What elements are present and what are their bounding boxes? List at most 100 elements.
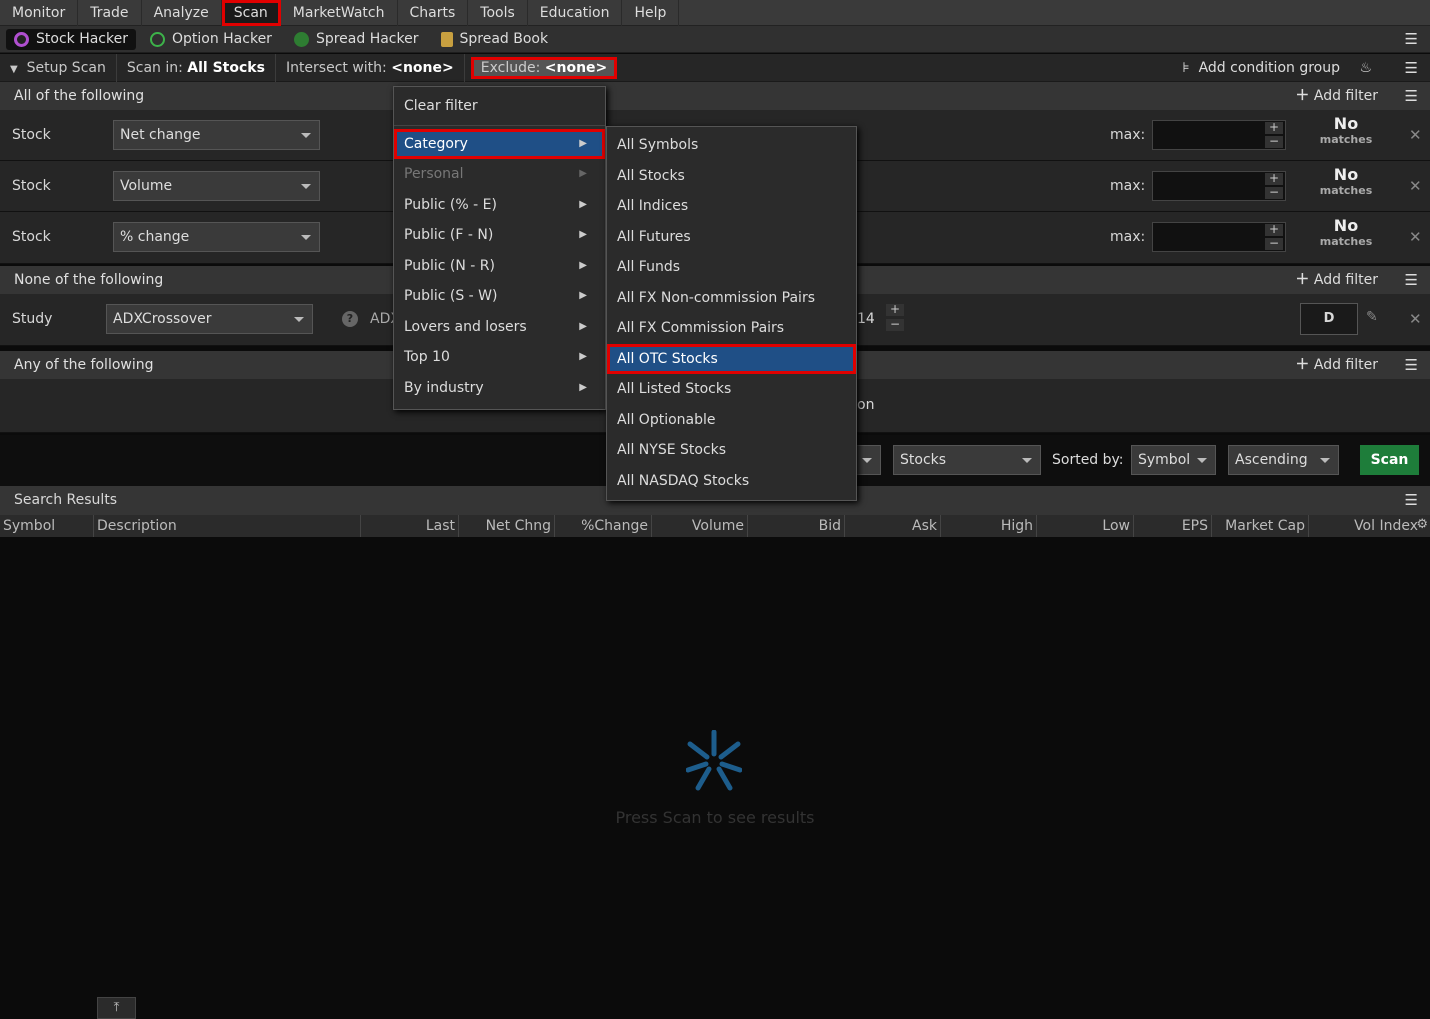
menu-item-by-industry[interactable]: By industry ▶ [394, 373, 605, 404]
group-title: None of the following [14, 272, 164, 288]
menu-monitor[interactable]: Monitor [0, 0, 79, 26]
edit-pencil-icon[interactable]: ✎ [1366, 309, 1378, 325]
menu-charts[interactable]: Charts [398, 0, 469, 26]
study-length-value[interactable]: 14 [857, 311, 875, 327]
increment-button[interactable]: + [1265, 121, 1283, 134]
submenu-item[interactable]: All Indices [607, 191, 856, 222]
chevron-down-icon [301, 184, 311, 189]
remove-filter-icon[interactable]: ✕ [1409, 126, 1422, 144]
flame-icon[interactable]: ♨ [1359, 60, 1372, 76]
setup-scan-toggle[interactable]: ▼ Setup Scan [0, 53, 117, 82]
column-ask[interactable]: Ask [845, 515, 941, 537]
submenu-item[interactable]: All NYSE Stocks [607, 435, 856, 466]
menu-analyze[interactable]: Analyze [142, 0, 222, 26]
tab-spread-book[interactable]: Spread Book [433, 29, 557, 50]
sort-field-dropdown[interactable]: Symbol [1131, 445, 1216, 475]
column-symbol[interactable]: Symbol [0, 515, 94, 537]
filter-field-dropdown[interactable]: Net change [113, 120, 320, 150]
remove-filter-icon[interactable]: ✕ [1409, 228, 1422, 246]
add-filter-button[interactable]: ＋ Add filter [1295, 351, 1378, 379]
menu-item-top-10[interactable]: Top 10 ▶ [394, 342, 605, 373]
setup-menu-icon[interactable]: ☰ [1405, 59, 1418, 77]
decrement-button[interactable]: − [1265, 135, 1283, 148]
chevron-down-icon [294, 317, 304, 322]
add-condition-group-button[interactable]: ⊧ Add condition group [1182, 60, 1340, 76]
submenu-item[interactable]: All FX Non-commission Pairs [607, 283, 856, 314]
column-net-chng[interactable]: Net Chng [459, 515, 555, 537]
submenu-item[interactable]: All Stocks [607, 161, 856, 192]
add-filter-label: Add filter [1313, 357, 1378, 373]
column-market-cap[interactable]: Market Cap [1212, 515, 1309, 537]
menu-item-category[interactable]: Category ▶ [394, 128, 605, 159]
intersect-selector[interactable]: Intersect with: <none> [276, 53, 465, 82]
exclude-selector[interactable]: Exclude: <none> [470, 56, 618, 79]
increment-button[interactable]: + [1265, 223, 1283, 236]
menu-scan[interactable]: Scan [221, 0, 281, 26]
menu-trade[interactable]: Trade [78, 0, 142, 26]
aggregation-button[interactable]: D [1300, 303, 1358, 335]
remove-filter-icon[interactable]: ✕ [1409, 310, 1422, 328]
gear-icon[interactable]: ⚙ [1416, 517, 1428, 532]
column-description[interactable]: Description [94, 515, 361, 537]
increment-button[interactable]: + [1265, 172, 1283, 185]
submenu-item[interactable]: All FX Commission Pairs [607, 313, 856, 344]
match-status: No matches [1319, 216, 1373, 249]
sort-field-value: Symbol [1138, 452, 1191, 468]
sort-order-dropdown[interactable]: Ascending [1228, 445, 1339, 475]
decrement-button[interactable]: − [1265, 237, 1283, 250]
scan-button[interactable]: Scan [1360, 445, 1419, 475]
collapse-panel-button[interactable]: ⤒ [97, 997, 136, 1019]
submenu-item[interactable]: All Optionable [607, 405, 856, 436]
menu-item-public-f-n[interactable]: Public (F - N) ▶ [394, 220, 605, 251]
menu-education[interactable]: Education [528, 0, 623, 26]
add-filter-button[interactable]: ＋ Add filter [1295, 82, 1378, 110]
column-pct-change[interactable]: %Change [555, 515, 652, 537]
exclude-dropdown-menu: Clear filter Category ▶ Personal ▶ Public … [393, 86, 606, 410]
menu-marketwatch[interactable]: MarketWatch [281, 0, 398, 26]
add-filter-button[interactable]: ＋ Add filter [1295, 266, 1378, 294]
column-bid[interactable]: Bid [748, 515, 845, 537]
menu-item-public-n-r[interactable]: Public (N - R) ▶ [394, 251, 605, 282]
group-menu-icon[interactable]: ☰ [1405, 351, 1418, 379]
intersect-value: <none> [391, 59, 454, 76]
column-high[interactable]: High [941, 515, 1037, 537]
group-menu-icon[interactable]: ☰ [1405, 266, 1418, 294]
stocks-dropdown[interactable]: Stocks [893, 445, 1041, 475]
column-last[interactable]: Last [361, 515, 459, 537]
menu-item-public-s-w[interactable]: Public (S - W) ▶ [394, 281, 605, 312]
tab-menu-icon[interactable]: ☰ [1405, 30, 1418, 48]
menu-item-public-pct-e[interactable]: Public (% - E) ▶ [394, 190, 605, 221]
column-vol-index[interactable]: Vol Index [1309, 515, 1421, 537]
results-menu-icon[interactable]: ☰ [1405, 486, 1418, 515]
menu-item-clear-filter[interactable]: Clear filter [394, 91, 605, 122]
submenu-item-otc-stocks[interactable]: All OTC Stocks [607, 343, 856, 374]
submenu-item[interactable]: All Futures [607, 222, 856, 253]
filter-field-dropdown[interactable]: % change [113, 222, 320, 252]
remove-filter-icon[interactable]: ✕ [1409, 177, 1422, 195]
tab-stock-hacker[interactable]: Stock Hacker [6, 28, 136, 50]
column-eps[interactable]: EPS [1134, 515, 1212, 537]
submenu-item[interactable]: All Listed Stocks [607, 374, 856, 405]
study-dropdown[interactable]: ADXCrossover [106, 304, 313, 334]
help-icon[interactable]: ? [342, 311, 358, 327]
tab-spread-hacker[interactable]: Spread Hacker [286, 29, 427, 50]
submenu-item[interactable]: All Funds [607, 252, 856, 283]
scan-in-selector[interactable]: Scan in: All Stocks [117, 53, 276, 82]
submenu-item[interactable]: All NASDAQ Stocks [607, 466, 856, 497]
filter-field-dropdown[interactable]: Volume [113, 171, 320, 201]
increment-button[interactable]: + [886, 303, 904, 316]
menu-help[interactable]: Help [622, 0, 680, 26]
column-volume[interactable]: Volume [652, 515, 748, 537]
column-low[interactable]: Low [1037, 515, 1134, 537]
setup-bar: ▼ Setup Scan Scan in: All Stocks Interse… [0, 53, 1430, 82]
menu-tools[interactable]: Tools [468, 0, 528, 26]
menu-item-personal[interactable]: Personal ▶ [394, 159, 605, 190]
group-menu-icon[interactable]: ☰ [1405, 82, 1418, 110]
menu-item-lovers-losers[interactable]: Lovers and losers ▶ [394, 312, 605, 343]
filter-field-value: % change [120, 229, 190, 245]
tab-option-hacker[interactable]: Option Hacker [142, 29, 280, 50]
decrement-button[interactable]: − [1265, 186, 1283, 199]
submenu-item[interactable]: All Symbols [607, 130, 856, 161]
partial-dropdown[interactable] [856, 445, 881, 475]
decrement-button[interactable]: − [886, 318, 904, 331]
